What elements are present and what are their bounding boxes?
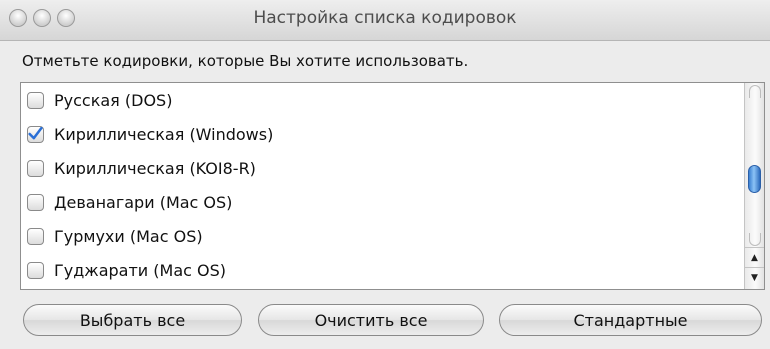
encoding-list-dialog: Настройка списка кодировок Отметьте коди…	[0, 0, 770, 349]
encoding-checkbox[interactable]	[27, 159, 44, 177]
button-row: Выбрать все Очистить все Стандартные	[20, 304, 765, 338]
encoding-checkbox[interactable]	[27, 227, 44, 245]
list-item-encoding[interactable]: Кириллическая (KOI8-R)	[21, 151, 764, 185]
list-item-encoding[interactable]: Деванагари (Mac OS)	[21, 185, 764, 219]
titlebar[interactable]: Настройка списка кодировок	[0, 0, 770, 41]
scroll-up-arrow-icon[interactable]: ▲	[745, 247, 764, 267]
encoding-label: Кириллическая (Windows)	[54, 124, 274, 144]
list-item-encoding[interactable]: Русская (DOS)	[21, 83, 764, 117]
encoding-listbox[interactable]: Русская (DOS) Кириллическая (Windows) Ки…	[20, 82, 765, 290]
encoding-label: Деванагари (Mac OS)	[54, 192, 233, 212]
scroll-down-arrow-icon[interactable]: ▼	[745, 267, 764, 287]
encoding-label: Кириллическая (KOI8-R)	[54, 158, 256, 178]
scroll-track-bottom	[749, 233, 761, 246]
encoding-label: Русская (DOS)	[54, 90, 173, 110]
checkmark-icon	[28, 126, 43, 140]
scroll-track-top	[749, 85, 761, 98]
list-item-encoding[interactable]: Гуджарати (Mac OS)	[21, 253, 764, 287]
list-item-encoding[interactable]: Кириллическая (Windows)	[21, 117, 764, 151]
encoding-checkbox[interactable]	[27, 261, 44, 279]
clear-all-button[interactable]: Очистить все	[258, 304, 484, 336]
instruction-text: Отметьте кодировки, которые Вы хотите ис…	[22, 52, 469, 70]
list-item-encoding[interactable]: Гурмухи (Mac OS)	[21, 219, 764, 253]
scroll-thumb[interactable]	[748, 165, 761, 193]
encoding-label: Гурмухи (Mac OS)	[54, 226, 203, 246]
defaults-button[interactable]: Стандартные	[499, 304, 762, 336]
vertical-scrollbar[interactable]: ▲ ▼	[744, 83, 764, 289]
encoding-checkbox[interactable]	[27, 193, 44, 211]
encoding-checkbox[interactable]	[27, 91, 44, 109]
encoding-checkbox[interactable]	[27, 125, 44, 143]
window-title: Настройка списка кодировок	[253, 8, 517, 28]
encoding-label: Гуджарати (Mac OS)	[54, 260, 226, 280]
select-all-button[interactable]: Выбрать все	[23, 304, 242, 336]
